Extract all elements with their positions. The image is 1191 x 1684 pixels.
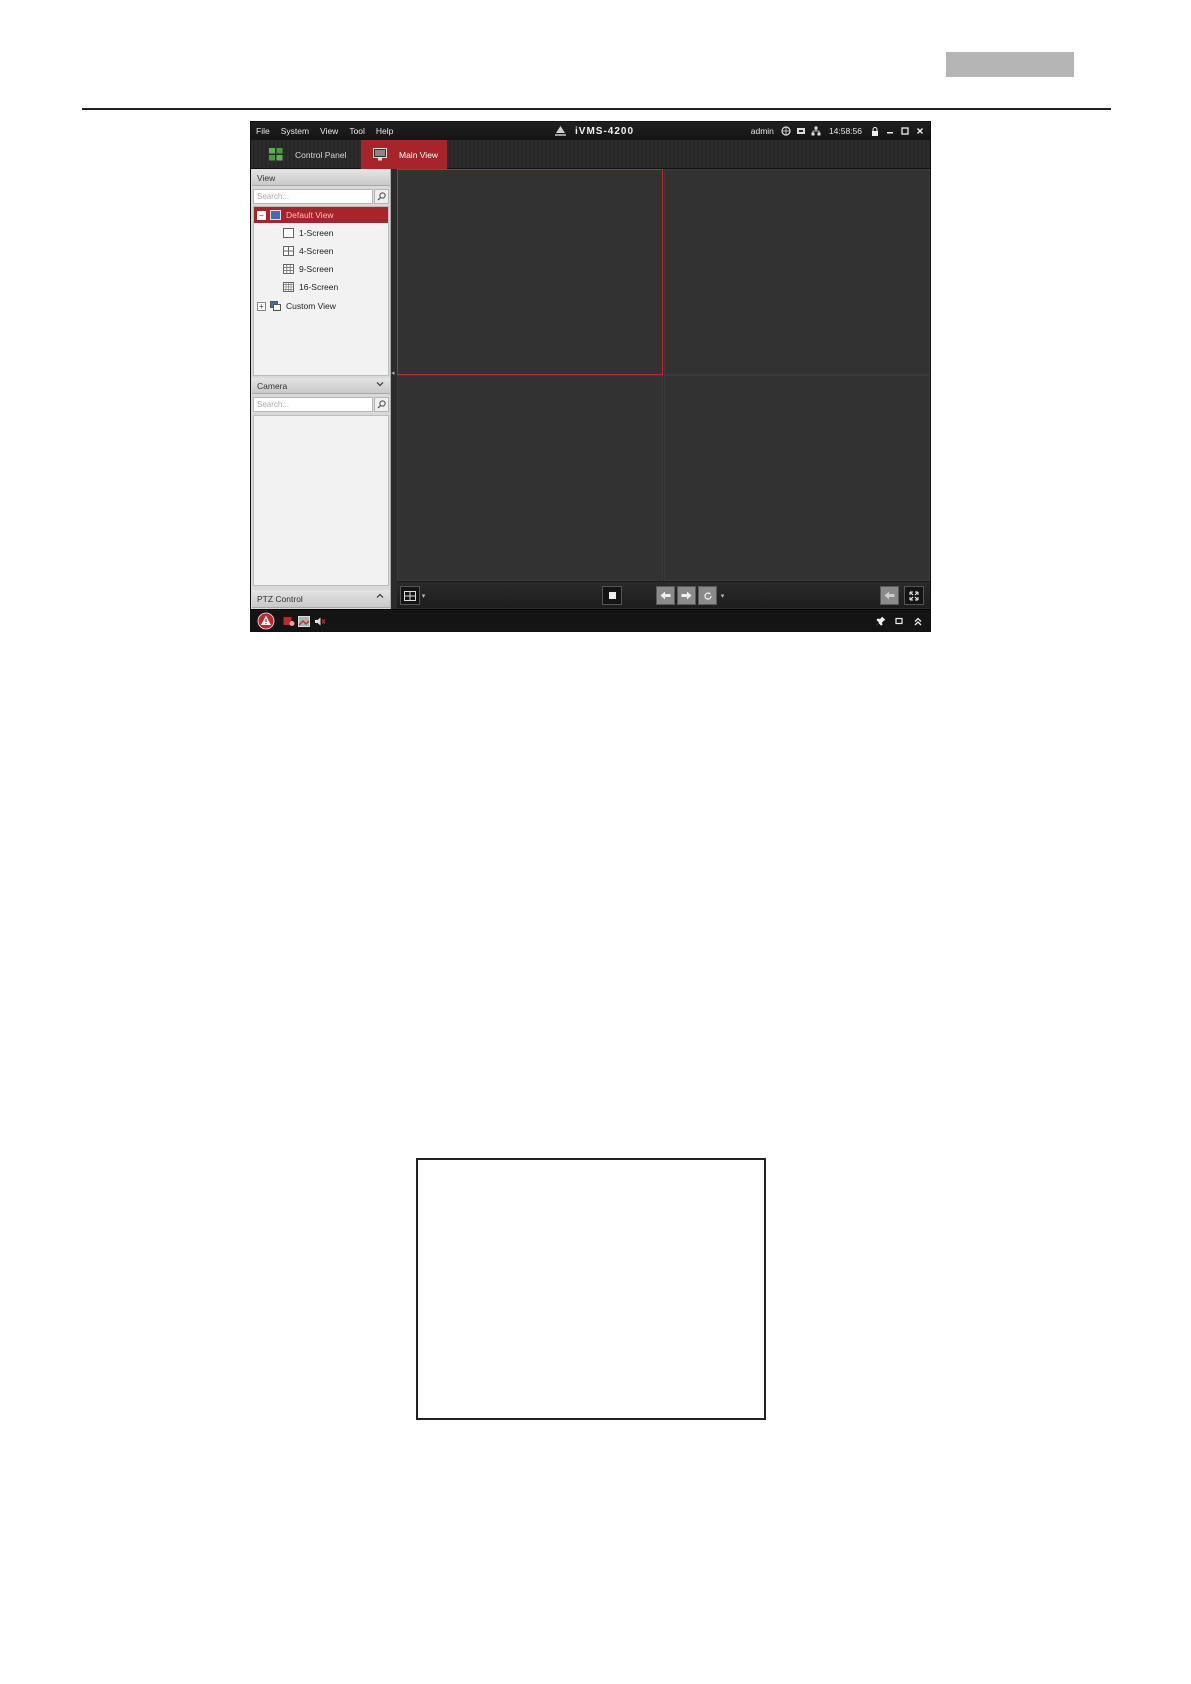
status-bar (251, 609, 930, 631)
tree-item-label: Default View (286, 210, 334, 220)
device-tree-icon[interactable] (811, 126, 821, 136)
header-rule (82, 108, 1111, 110)
tab-control-panel-label: Control Panel (295, 149, 347, 160)
pin-icon[interactable] (875, 614, 887, 628)
tree-item-label: 16-Screen (299, 282, 339, 292)
cpu-icon[interactable] (796, 126, 806, 136)
expand-icon[interactable]: + (257, 301, 266, 311)
chevron-down-icon[interactable]: ▾ (420, 586, 427, 605)
menu-tool[interactable]: Tool (349, 126, 365, 136)
sidebar-collapse-handle[interactable]: ◂ (391, 369, 396, 379)
audio-icon[interactable] (314, 614, 326, 628)
view-panel-header[interactable]: View (252, 170, 390, 186)
tree-item-16-screen[interactable]: 16-Screen (254, 279, 388, 295)
refresh-icon[interactable] (698, 586, 717, 605)
screen-16-icon (283, 282, 294, 292)
stop-all-button[interactable] (602, 586, 622, 605)
window-division-button[interactable] (400, 586, 420, 605)
view-tree: − Default View 1-Screen 4-Screen 9-Scree… (253, 206, 389, 376)
window-restore-icon[interactable] (894, 614, 904, 628)
app-window: File System View Tool Help iVMS-4200 adm… (250, 121, 931, 632)
menu-view[interactable]: View (320, 126, 338, 136)
tab-control-panel[interactable]: Control Panel (251, 140, 359, 169)
close-button[interactable] (915, 126, 925, 136)
clock-label: 14:58:56 (828, 126, 862, 136)
title-bar: File System View Tool Help iVMS-4200 adm… (251, 122, 930, 140)
tree-item-custom-view[interactable]: + Custom View (254, 298, 388, 314)
custom-view-icon (270, 301, 281, 311)
video-grid (397, 169, 930, 581)
header-badge (946, 52, 1074, 77)
empty-frame (416, 1158, 766, 1420)
tab-main-view[interactable]: Main View (361, 140, 447, 169)
minimize-button[interactable] (885, 126, 895, 136)
search-icon[interactable] (374, 189, 389, 204)
tree-item-label: 4-Screen (299, 246, 334, 256)
tree-item-label: Custom View (286, 301, 336, 311)
search-icon[interactable] (374, 397, 389, 412)
menu-bar: File System View Tool Help (256, 122, 393, 140)
tree-item-default-view[interactable]: − Default View (254, 207, 388, 223)
screen-9-icon (283, 264, 294, 274)
alarm-icon[interactable] (257, 612, 275, 630)
chevron-down-icon[interactable]: ▾ (719, 586, 726, 605)
lock-icon[interactable] (870, 126, 880, 136)
collapse-icon[interactable]: − (257, 210, 266, 220)
view-search-input[interactable] (253, 189, 373, 204)
view-folder-icon (270, 210, 281, 220)
chevron-up-icon[interactable] (376, 592, 384, 602)
playback-toolbar: ▾ ▾ (397, 581, 930, 608)
app-logo-icon (554, 125, 567, 137)
tab-bar: Control Panel Main View (251, 140, 930, 169)
return-button[interactable] (880, 586, 899, 605)
menu-system[interactable]: System (281, 126, 309, 136)
camera-search-input[interactable] (253, 397, 373, 412)
screen-4-icon (283, 246, 294, 256)
app-title-text: iVMS-4200 (575, 125, 635, 137)
tree-item-label: 9-Screen (299, 264, 334, 274)
chevron-down-icon[interactable] (376, 380, 384, 390)
network-icon[interactable] (781, 126, 791, 136)
ptz-panel-header[interactable]: PTZ Control (252, 590, 390, 608)
alarm-event-icon[interactable] (283, 614, 295, 628)
camera-panel-title: Camera (257, 380, 288, 391)
next-page-button[interactable] (677, 586, 696, 605)
tree-item-4-screen[interactable]: 4-Screen (254, 243, 388, 259)
previous-page-button[interactable] (656, 586, 675, 605)
image-alarm-icon[interactable] (298, 614, 310, 628)
menu-help[interactable]: Help (376, 126, 393, 136)
menu-file[interactable]: File (256, 126, 270, 136)
user-label: admin (750, 126, 774, 136)
tree-item-1-screen[interactable]: 1-Screen (254, 225, 388, 241)
video-cell-1[interactable] (397, 169, 663, 375)
video-cell-3[interactable] (397, 375, 663, 581)
camera-search-row (253, 397, 389, 413)
video-cell-2[interactable] (664, 169, 930, 375)
screen-1-icon (283, 228, 294, 238)
sidebar: View − Default View 1-Screen (251, 169, 391, 609)
app-title: iVMS-4200 (554, 122, 634, 140)
titlebar-status: admin 14:58:56 (751, 122, 925, 140)
video-cell-4[interactable] (664, 375, 930, 581)
ptz-panel-title: PTZ Control (257, 593, 303, 604)
tree-item-9-screen[interactable]: 9-Screen (254, 261, 388, 277)
view-panel-title: View (257, 172, 276, 183)
grid-icon (269, 148, 283, 161)
double-chevron-up-icon[interactable] (913, 614, 923, 628)
monitor-icon (373, 148, 387, 161)
fullscreen-icon[interactable] (904, 586, 924, 605)
view-search-row (253, 189, 389, 205)
tree-item-label: 1-Screen (299, 228, 334, 238)
camera-tree (253, 415, 389, 586)
tab-main-view-label: Main View (399, 149, 439, 160)
camera-panel-header[interactable]: Camera (252, 378, 390, 394)
maximize-button[interactable] (900, 126, 910, 136)
